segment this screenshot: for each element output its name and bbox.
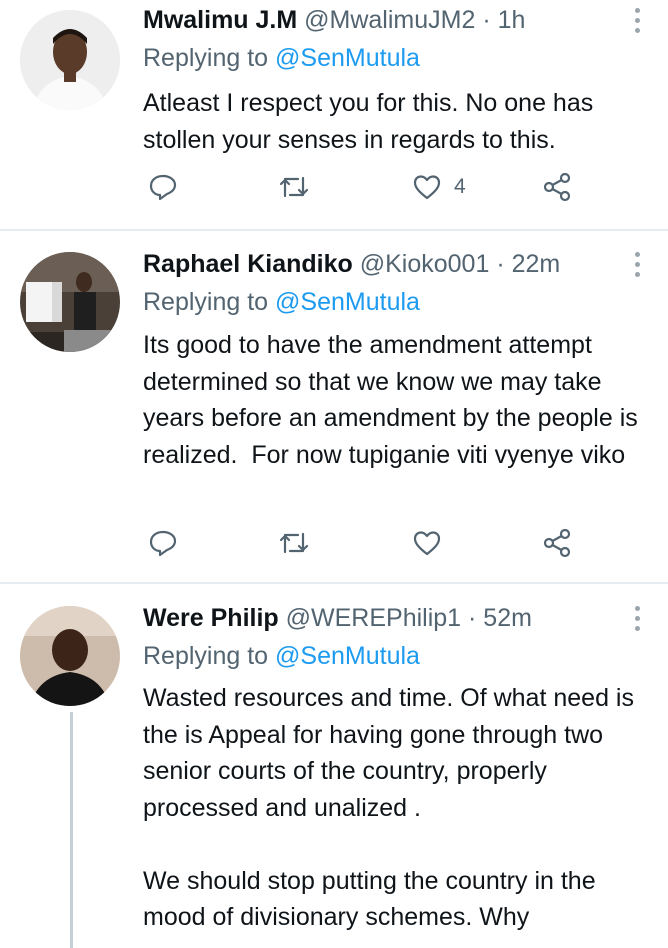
tweet-text: Wasted resources and time. Of what need … bbox=[143, 684, 634, 931]
user-handle[interactable]: @WEREPhilip1 bbox=[286, 604, 461, 632]
mention-link[interactable]: @SenMutula bbox=[275, 642, 420, 670]
like-count: 4 bbox=[454, 175, 466, 198]
tweet-text: Atleast I respect you for this. No one h… bbox=[143, 89, 601, 154]
share-button[interactable] bbox=[542, 172, 572, 202]
tweet-actions: 4 bbox=[0, 172, 668, 212]
like-icon bbox=[413, 175, 441, 200]
display-name[interactable]: Mwalimu J.M bbox=[143, 6, 297, 34]
tweet-3[interactable]: Were Philip @WEREPhilip1 · 52m Replying … bbox=[0, 586, 668, 948]
timestamp[interactable]: · 1h bbox=[482, 6, 525, 34]
replying-prefix: Replying to bbox=[143, 44, 269, 72]
replying-to: Replying to @SenMutula bbox=[143, 286, 420, 318]
divider bbox=[0, 229, 668, 231]
reply-icon bbox=[149, 174, 177, 201]
thread-line bbox=[70, 712, 73, 948]
share-button[interactable] bbox=[542, 528, 572, 558]
replying-to: Replying to @SenMutula bbox=[143, 42, 420, 74]
reply-icon bbox=[149, 530, 177, 557]
tweet-header: Were Philip @WEREPhilip1 · 52m bbox=[143, 602, 628, 634]
avatar[interactable] bbox=[20, 252, 120, 352]
user-handle[interactable]: @MwalimuJM2 bbox=[304, 6, 475, 34]
display-name[interactable]: Were Philip bbox=[143, 604, 279, 632]
more-icon[interactable] bbox=[632, 252, 642, 277]
tweet-1[interactable]: Mwalimu J.M @MwalimuJM2 · 1h Replying to… bbox=[0, 0, 668, 230]
mention-link[interactable]: @SenMutula bbox=[275, 44, 420, 72]
more-icon[interactable] bbox=[632, 606, 642, 631]
replying-prefix: Replying to bbox=[143, 288, 269, 316]
timestamp[interactable]: · 52m bbox=[468, 604, 532, 632]
retweet-icon bbox=[279, 176, 309, 198]
avatar[interactable] bbox=[20, 606, 120, 706]
replying-prefix: Replying to bbox=[143, 642, 269, 670]
tweet-2[interactable]: Raphael Kiandiko @Kioko001 · 22m Replyin… bbox=[0, 232, 668, 582]
tweet-header: Raphael Kiandiko @Kioko001 · 22m bbox=[143, 248, 628, 280]
like-button[interactable]: 4 bbox=[412, 172, 466, 202]
share-icon bbox=[543, 528, 571, 558]
like-icon bbox=[413, 531, 441, 556]
reply-button[interactable] bbox=[148, 172, 178, 202]
retweet-button[interactable] bbox=[278, 172, 310, 202]
avatar-image bbox=[20, 606, 120, 706]
reply-button[interactable] bbox=[148, 528, 178, 558]
mention-link[interactable]: @SenMutula bbox=[275, 288, 420, 316]
retweet-icon bbox=[279, 532, 309, 554]
like-button[interactable] bbox=[412, 528, 454, 558]
display-name[interactable]: Raphael Kiandiko bbox=[143, 250, 353, 278]
user-handle[interactable]: @Kioko001 bbox=[360, 250, 490, 278]
timestamp[interactable]: · 22m bbox=[496, 250, 560, 278]
more-icon[interactable] bbox=[632, 8, 642, 33]
share-icon bbox=[543, 172, 571, 202]
tweet-header: Mwalimu J.M @MwalimuJM2 · 1h bbox=[143, 4, 628, 36]
tweet-actions bbox=[0, 528, 668, 568]
tweet-text: Its good to have the amendment attempt d… bbox=[143, 331, 645, 469]
replying-to: Replying to @SenMutula bbox=[143, 640, 420, 672]
divider bbox=[0, 582, 668, 584]
retweet-button[interactable] bbox=[278, 528, 310, 558]
avatar[interactable] bbox=[20, 10, 120, 110]
avatar-image bbox=[20, 10, 120, 110]
avatar-image bbox=[20, 252, 120, 352]
